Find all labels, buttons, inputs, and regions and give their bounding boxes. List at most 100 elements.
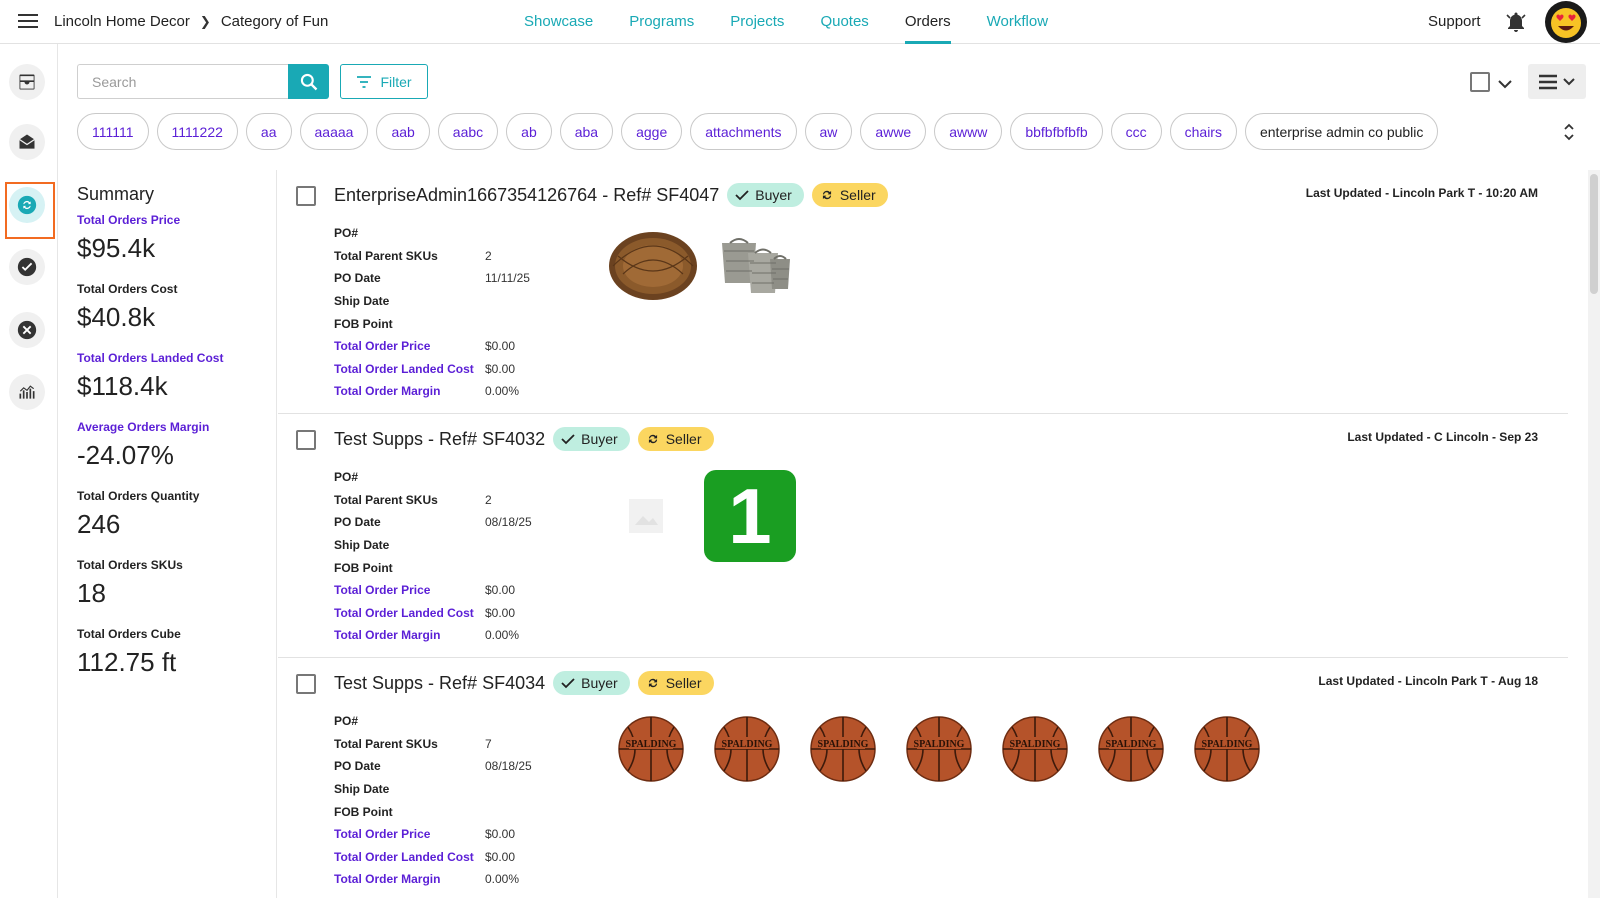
tag-chip[interactable]: aab <box>376 113 430 150</box>
tag-chip[interactable]: attachments <box>690 113 797 150</box>
field-ship-date: Ship Date <box>334 534 532 557</box>
left-icon-rail <box>0 44 58 898</box>
wicker-charger-plate-image[interactable] <box>608 226 698 302</box>
seller-badge: Seller <box>811 183 888 207</box>
summary-label-average-margin[interactable]: Average Orders Margin <box>77 420 276 434</box>
tag-chip[interactable]: 111111 <box>77 113 149 150</box>
order-checkbox[interactable] <box>296 186 316 206</box>
vertical-scrollbar[interactable] <box>1588 170 1600 898</box>
field-label[interactable]: Total Order Landed Cost <box>334 606 485 620</box>
basketball-image[interactable]: SPALDING <box>616 714 686 784</box>
order-list: EnterpriseAdmin1667354126764 - Ref# SF40… <box>278 170 1568 898</box>
order-title[interactable]: Test Supps - Ref# SF4034 <box>334 673 545 694</box>
tag-chip[interactable]: enterprise admin co public <box>1244 113 1439 150</box>
svg-text:SPALDING: SPALDING <box>722 739 773 750</box>
field-label[interactable]: Total Order Price <box>334 583 485 597</box>
basketball-image[interactable]: SPALDING <box>808 714 878 784</box>
tag-chip[interactable]: aw <box>804 113 853 150</box>
check-circle-icon[interactable] <box>9 249 45 285</box>
menu-icon[interactable] <box>18 14 38 28</box>
scrollbar-thumb[interactable] <box>1590 174 1598 294</box>
tag-chip[interactable]: awwe <box>860 113 927 150</box>
field-label: FOB Point <box>334 316 393 331</box>
basketball-image[interactable]: SPALDING <box>1192 714 1262 784</box>
field-label: PO Date <box>334 271 381 286</box>
analytics-icon[interactable] <box>9 374 45 410</box>
order-title[interactable]: Test Supps - Ref# SF4032 <box>334 429 545 450</box>
tag-chip[interactable]: aa <box>245 113 292 150</box>
list-view-icon <box>1539 74 1557 89</box>
nav-quotes[interactable]: Quotes <box>820 0 868 44</box>
field-label: FOB Point <box>334 804 393 819</box>
order-checkbox[interactable] <box>296 430 316 450</box>
field-po-date: PO Date 08/18/25 <box>334 755 532 778</box>
order-title[interactable]: EnterpriseAdmin1667354126764 - Ref# SF40… <box>334 185 719 206</box>
wicker-baskets-image[interactable] <box>718 226 794 302</box>
basketball-image[interactable]: SPALDING <box>1000 714 1070 784</box>
field-value: 0.00% <box>485 628 520 643</box>
user-avatar[interactable] <box>1545 1 1587 43</box>
basketball-image[interactable]: SPALDING <box>904 714 974 784</box>
number-one-image[interactable]: 1 <box>704 470 796 562</box>
summary-value-quantity: 246 <box>77 509 121 539</box>
field-label: Ship Date <box>334 538 390 553</box>
search-input[interactable] <box>77 64 288 99</box>
nav-projects[interactable]: Projects <box>730 0 784 44</box>
field-label[interactable]: Total Order Margin <box>334 628 485 642</box>
search-button[interactable] <box>288 64 329 99</box>
breadcrumb-category[interactable]: Category of Fun <box>221 13 329 30</box>
seller-badge: Seller <box>637 671 714 695</box>
nav-showcase[interactable]: Showcase <box>524 0 593 44</box>
tag-chip[interactable]: aabc <box>437 113 499 150</box>
tag-chip[interactable]: chairs <box>1169 113 1237 150</box>
buyer-badge-label: Buyer <box>755 187 792 203</box>
bell-icon[interactable] <box>1504 10 1528 34</box>
product-thumbnails: 1 <box>608 470 796 562</box>
order-title-row: Test Supps - Ref# SF4034 Buyer Seller <box>334 671 714 695</box>
heart-eyes-emoji-icon <box>1551 8 1581 38</box>
order-checkbox[interactable] <box>296 674 316 694</box>
placeholder-image[interactable] <box>608 478 684 554</box>
tag-chip[interactable]: awww <box>934 113 1003 150</box>
tag-chip[interactable]: 1111222 <box>156 113 238 150</box>
filter-button[interactable]: Filter <box>340 64 428 99</box>
nav-workflow[interactable]: Workflow <box>987 0 1048 44</box>
tag-chip[interactable]: ab <box>506 113 552 150</box>
tag-chip[interactable]: bbfbfbfbfb <box>1010 113 1103 150</box>
support-link[interactable]: Support <box>1428 13 1481 30</box>
filter-icon <box>357 75 372 88</box>
summary-label-orders-price[interactable]: Total Orders Price <box>77 213 276 227</box>
summary-label-landed-cost[interactable]: Total Orders Landed Cost <box>77 351 276 365</box>
nav-orders[interactable]: Orders <box>904 0 951 44</box>
sync-icon[interactable] <box>9 187 45 223</box>
chevron-right-icon: ❯ <box>199 13 211 29</box>
inbox-icon[interactable] <box>9 64 45 100</box>
tag-chip[interactable]: agge <box>621 113 683 150</box>
field-label[interactable]: Total Order Margin <box>334 384 485 398</box>
field-label[interactable]: Total Order Price <box>334 827 485 841</box>
tag-chip[interactable]: aba <box>559 113 614 150</box>
field-label[interactable]: Total Order Landed Cost <box>334 850 485 864</box>
field-label[interactable]: Total Order Price <box>334 339 485 353</box>
field-value: 2 <box>485 248 492 263</box>
filter-label: Filter <box>380 73 412 90</box>
mail-icon[interactable] <box>9 124 45 160</box>
expand-collapse-icon[interactable] <box>1562 122 1576 142</box>
cancel-circle-icon[interactable] <box>9 312 45 348</box>
field-label[interactable]: Total Order Margin <box>334 872 485 886</box>
field-label: PO# <box>334 470 359 485</box>
basketball-image[interactable]: SPALDING <box>712 714 782 784</box>
order-card: EnterpriseAdmin1667354126764 - Ref# SF40… <box>278 170 1568 414</box>
select-all-checkbox[interactable] <box>1470 72 1490 92</box>
chevron-down-icon[interactable] <box>1498 76 1512 89</box>
view-toggle-button[interactable] <box>1528 64 1586 99</box>
seller-badge-label: Seller <box>839 187 876 203</box>
basketball-image[interactable]: SPALDING <box>1096 714 1166 784</box>
field-label[interactable]: Total Order Landed Cost <box>334 362 485 376</box>
nav-programs[interactable]: Programs <box>629 0 694 44</box>
search-icon <box>300 73 317 90</box>
tag-chip[interactable]: ccc <box>1110 113 1162 150</box>
tag-chip-list: 111111 1111222 aa aaaaa aab aabc ab aba … <box>77 113 1507 151</box>
breadcrumb-company[interactable]: Lincoln Home Decor <box>54 13 190 30</box>
tag-chip[interactable]: aaaaa <box>299 113 369 150</box>
